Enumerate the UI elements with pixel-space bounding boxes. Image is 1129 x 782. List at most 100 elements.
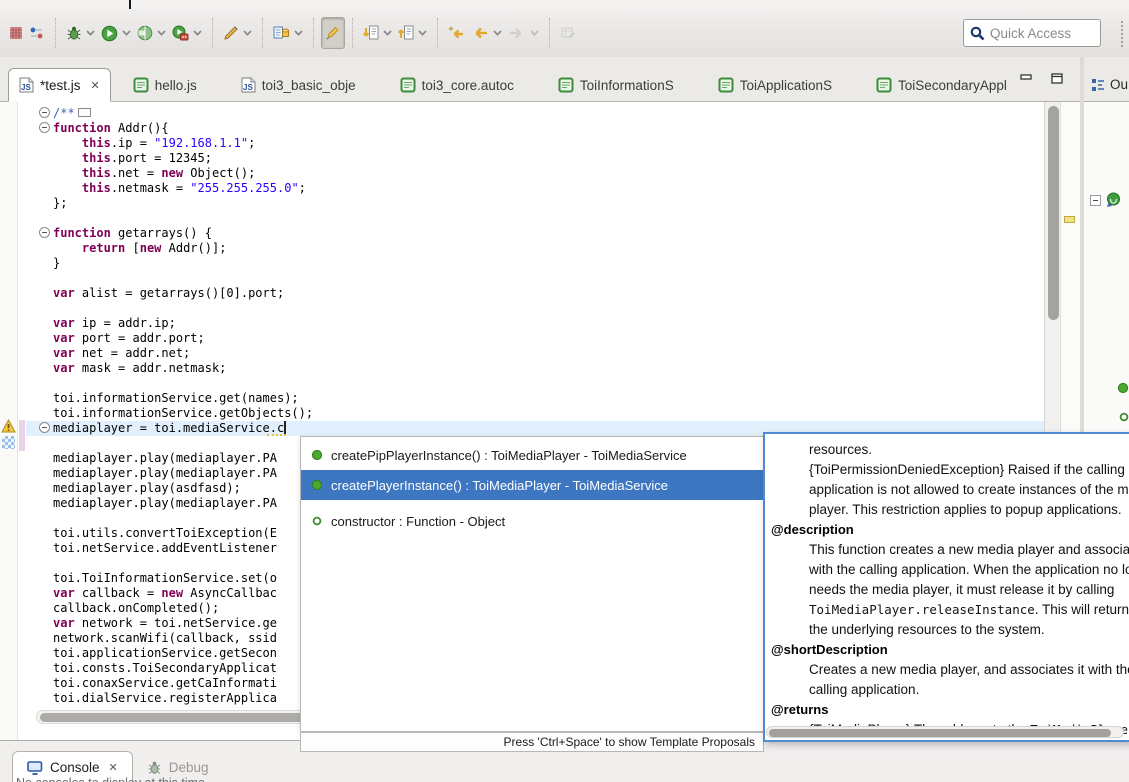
v-scroll-thumb[interactable]: [1048, 106, 1059, 320]
folding-ruler[interactable]: [39, 102, 51, 740]
field-public-icon[interactable]: [1118, 411, 1129, 423]
code-line[interactable]: [53, 376, 313, 391]
code-line[interactable]: var net = addr.net;: [53, 346, 313, 361]
collapse-icon[interactable]: [39, 107, 50, 118]
next-annotation-button[interactable]: [360, 17, 395, 49]
code-line[interactable]: toi.dialService.registerApplica: [53, 691, 313, 706]
quick-access-input[interactable]: [990, 26, 1090, 41]
previous-annotation-button[interactable]: [395, 17, 430, 49]
code-line[interactable]: [53, 436, 313, 451]
javadoc-scroll-thumb[interactable]: [769, 729, 1111, 737]
chevron-down-icon[interactable]: [86, 30, 95, 36]
format-pen-button[interactable]: [220, 17, 255, 49]
chevron-down-icon[interactable]: [193, 30, 202, 36]
warning-icon[interactable]: [1, 419, 16, 433]
folded-region-box[interactable]: [78, 108, 91, 117]
code-line[interactable]: function Addr(){: [53, 121, 313, 136]
code-line[interactable]: [53, 211, 313, 226]
chevron-down-icon[interactable]: [530, 30, 539, 36]
chevron-down-icon[interactable]: [294, 30, 303, 36]
outline-header[interactable]: Ou: [1084, 57, 1129, 102]
code-line[interactable]: var mask = addr.netmask;: [53, 361, 313, 376]
run-button[interactable]: [98, 17, 134, 49]
code-line[interactable]: }: [53, 256, 313, 271]
toggle-mark-occurrences-button[interactable]: [321, 17, 345, 49]
code-line[interactable]: toi.ToiInformationService.set(o: [53, 571, 313, 586]
editor-tab-toisecondaryappl[interactable]: ToiSecondaryAppl: [854, 68, 1029, 102]
code-line[interactable]: this.net = new Object();: [53, 166, 313, 181]
editor-tab-hellojs[interactable]: hello.js: [111, 68, 219, 102]
code-line[interactable]: this.netmask = "255.255.255.0";: [53, 181, 313, 196]
minimize-icon[interactable]: [1020, 73, 1033, 85]
code-line[interactable]: toi.netService.addEventListener: [53, 541, 313, 556]
js-snippet-icon: [133, 77, 149, 93]
proposal-row[interactable]: createPipPlayerInstance() : ToiMediaPlay…: [301, 440, 763, 470]
code-line[interactable]: [53, 511, 313, 526]
code-line[interactable]: function getarrays() {: [53, 226, 313, 241]
back-history-button[interactable]: [468, 17, 505, 49]
code-line[interactable]: toi.conaxService.getCaInformati: [53, 676, 313, 691]
close-icon[interactable]: ✕: [109, 761, 118, 774]
code-line[interactable]: var alist = getarrays()[0].port;: [53, 286, 313, 301]
code-line[interactable]: this.port = 12345;: [53, 151, 313, 166]
code-line[interactable]: toi.applicationService.getSecon: [53, 646, 313, 661]
last-edit-location-button[interactable]: [445, 17, 468, 49]
code-line[interactable]: mediaplayer.play(mediaplayer.PA: [53, 451, 313, 466]
code-line[interactable]: var port = addr.port;: [53, 331, 313, 346]
code-line[interactable]: network.scanWifi(callback, ssid: [53, 631, 313, 646]
code-line[interactable]: [53, 301, 313, 316]
code-line[interactable]: return [new Addr()];: [53, 241, 313, 256]
code-line[interactable]: toi.utils.convertToiException(E: [53, 526, 313, 541]
chevron-down-icon[interactable]: [122, 30, 131, 36]
code-line[interactable]: };: [53, 196, 313, 211]
breakpoints-view-button[interactable]: [26, 17, 48, 49]
tree-collapse-icon[interactable]: [1090, 195, 1101, 206]
coverage-button[interactable]: [134, 17, 169, 49]
code-line[interactable]: mediaplayer.play(asdfasd);: [53, 481, 313, 496]
code-line[interactable]: toi.informationService.getObjects();: [53, 406, 313, 421]
code-line[interactable]: toi.consts.ToiSecondaryApplicat: [53, 661, 313, 676]
proposal-row[interactable]: createPlayerInstance() : ToiMediaPlayer …: [301, 470, 763, 500]
code-line[interactable]: mediaplayer.play(mediaplayer.PA: [53, 496, 313, 511]
code-line[interactable]: var ip = addr.ip;: [53, 316, 313, 331]
toolbar-grip[interactable]: [1121, 21, 1123, 47]
code-line[interactable]: /**: [53, 106, 313, 121]
maximize-icon[interactable]: [1051, 73, 1064, 85]
chevron-down-icon[interactable]: [418, 30, 427, 36]
chevron-down-icon[interactable]: [493, 30, 502, 36]
chevron-down-icon[interactable]: [243, 30, 252, 36]
chevron-down-icon[interactable]: [383, 30, 392, 36]
code-line[interactable]: var callback = new AsyncCallbac: [53, 586, 313, 601]
run-external-tools-button[interactable]: [169, 17, 205, 49]
toolbar-separator: [212, 18, 213, 48]
code-line[interactable]: toi.informationService.get(names);: [53, 391, 313, 406]
code-line[interactable]: [53, 556, 313, 571]
editor-tab-toiapplications[interactable]: ToiApplicationS: [696, 68, 854, 102]
collapse-icon[interactable]: [39, 227, 50, 238]
debug-button[interactable]: [63, 17, 98, 49]
quick-access-box[interactable]: [963, 19, 1101, 47]
code-line[interactable]: var network = toi.netService.ge: [53, 616, 313, 631]
editor-tab-toi3coreautoc[interactable]: toi3_core.autoc: [378, 68, 536, 102]
code-line[interactable]: this.ip = "192.168.1.1";: [53, 136, 313, 151]
collapse-icon[interactable]: [39, 422, 50, 433]
pin-editor-button[interactable]: [557, 17, 579, 49]
javadoc-horizontal-scrollbar[interactable]: [766, 726, 1124, 738]
chevron-down-icon[interactable]: [157, 30, 166, 36]
overview-warning-marker[interactable]: [1064, 216, 1075, 223]
forward-history-button[interactable]: [505, 17, 542, 49]
code-text[interactable]: /**function Addr(){ this.ip = "192.168.1…: [53, 106, 313, 706]
close-icon[interactable]: ✕: [91, 79, 100, 92]
code-line[interactable]: callback.onCompleted();: [53, 601, 313, 616]
global-object-icon[interactable]: [1105, 192, 1121, 208]
code-line[interactable]: [53, 271, 313, 286]
collapse-icon[interactable]: [39, 122, 50, 133]
skip-all-breakpoints-button[interactable]: [6, 17, 26, 49]
method-public-icon[interactable]: [1117, 382, 1129, 394]
editor-tab-toiinformations[interactable]: ToiInformationS: [536, 68, 696, 102]
editor-tab-testjs[interactable]: JS*test.js✕: [8, 68, 111, 102]
editor-tab-toi3basicobje[interactable]: JStoi3_basic_obje: [219, 68, 378, 102]
new-snippet-button[interactable]: [270, 17, 306, 49]
proposal-row[interactable]: constructor : Function - Object: [301, 506, 763, 536]
code-line[interactable]: mediaplayer.play(mediaplayer.PA: [53, 466, 313, 481]
